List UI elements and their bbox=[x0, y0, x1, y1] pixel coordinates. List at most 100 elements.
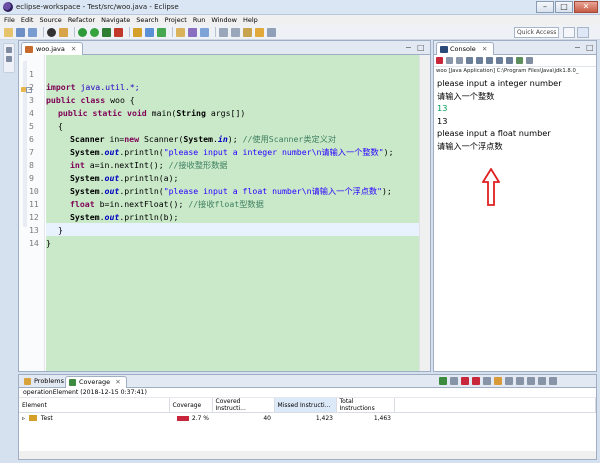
save-all-icon[interactable] bbox=[28, 27, 37, 37]
toolbar-separator bbox=[43, 27, 44, 37]
window-title-bar: eclipse-workspace - Test/src/woo.java - … bbox=[0, 0, 600, 15]
maximize-panel-icon[interactable] bbox=[549, 377, 557, 385]
view-menu-icon[interactable] bbox=[527, 377, 535, 385]
dropdown-icon[interactable] bbox=[450, 377, 458, 385]
merge-sessions-icon[interactable] bbox=[483, 377, 491, 385]
menu-window[interactable]: Window bbox=[211, 16, 237, 24]
clear-console-icon[interactable] bbox=[466, 57, 473, 64]
search-icon[interactable] bbox=[200, 27, 209, 37]
open-console-icon[interactable] bbox=[526, 57, 533, 64]
collapse-all-icon[interactable] bbox=[505, 377, 513, 385]
menu-project[interactable]: Project bbox=[165, 16, 187, 24]
console-process-label: woo [Java Application] C:\Program Files\… bbox=[436, 68, 579, 74]
new-java-project-icon[interactable] bbox=[133, 27, 142, 37]
minimize-console-icon[interactable]: − bbox=[574, 43, 581, 52]
column-header-total[interactable]: Total Instructions bbox=[336, 398, 395, 413]
column-header-element[interactable]: Element bbox=[19, 398, 170, 413]
column-header-covered[interactable]: Covered Instructi... bbox=[212, 398, 275, 413]
java-perspective-button[interactable] bbox=[577, 27, 589, 38]
debug-icon[interactable] bbox=[47, 27, 56, 37]
close-tab-icon[interactable]: ✕ bbox=[71, 45, 76, 53]
annotation-prev-icon[interactable] bbox=[231, 27, 240, 37]
forward-icon[interactable] bbox=[267, 27, 276, 37]
line-number: 14 bbox=[29, 238, 39, 248]
menu-help[interactable]: Help bbox=[243, 16, 258, 24]
editor-vertical-scrollbar[interactable] bbox=[419, 55, 430, 371]
open-perspective-button[interactable] bbox=[563, 27, 575, 38]
quick-access-input[interactable]: Quick Access bbox=[514, 27, 559, 38]
open-task-icon[interactable] bbox=[188, 27, 197, 37]
restore-icon[interactable] bbox=[6, 47, 12, 53]
menu-source[interactable]: Source bbox=[39, 16, 61, 24]
show-on-output-icon[interactable] bbox=[496, 57, 503, 64]
last-edit-icon[interactable] bbox=[243, 27, 252, 37]
code-line: 13 } bbox=[19, 211, 419, 248]
open-type-icon[interactable] bbox=[176, 27, 185, 37]
terminate-icon[interactable] bbox=[436, 57, 443, 64]
remove-all-icon[interactable] bbox=[456, 57, 463, 64]
remove-launch-icon[interactable] bbox=[446, 57, 453, 64]
minimize-panel-icon[interactable] bbox=[538, 377, 546, 385]
package-explorer-icon[interactable] bbox=[6, 56, 12, 62]
remove-all-sessions-icon[interactable] bbox=[472, 377, 480, 385]
console-tab[interactable]: Console ✕ bbox=[436, 42, 495, 55]
expand-toggle-icon[interactable]: ▹ bbox=[22, 415, 25, 422]
skip-breakpoints-icon[interactable] bbox=[59, 27, 68, 37]
arrow-shape bbox=[482, 168, 500, 206]
pin-console-icon[interactable] bbox=[506, 57, 513, 64]
tab-coverage[interactable]: Coverage ✕ bbox=[65, 376, 127, 388]
toolbar-separator bbox=[74, 27, 75, 37]
display-console-icon[interactable] bbox=[516, 57, 523, 64]
maximize-console-icon[interactable]: □ bbox=[586, 43, 594, 52]
minimize-button[interactable]: – bbox=[536, 1, 554, 13]
menu-search[interactable]: Search bbox=[136, 16, 158, 24]
code-area[interactable]: - 1 import java.util.*; 2 public class w… bbox=[19, 55, 430, 371]
coverage-cell: 2.7 % bbox=[169, 413, 212, 424]
link-with-selection-icon[interactable] bbox=[516, 377, 524, 385]
covered-cell: 40 bbox=[263, 414, 271, 422]
coverage-icon[interactable] bbox=[102, 27, 111, 37]
menu-file[interactable]: File bbox=[4, 16, 15, 24]
word-wrap-icon[interactable] bbox=[486, 57, 493, 64]
menu-refactor[interactable]: Refactor bbox=[68, 16, 95, 24]
coverage-toolbar bbox=[439, 377, 560, 385]
run-icon[interactable] bbox=[90, 27, 99, 37]
menu-run[interactable]: Run bbox=[193, 16, 205, 24]
code-line: 10 float b=in.nextFloat(); //接收float型数据 bbox=[19, 172, 419, 209]
editor-tab-woo-java[interactable]: woo.java ✕ bbox=[21, 42, 84, 55]
menu-navigate[interactable]: Navigate bbox=[101, 16, 130, 24]
new-file-icon[interactable] bbox=[4, 27, 13, 37]
console-output[interactable]: please input a integer number 请输入一个整数 13… bbox=[434, 76, 596, 153]
close-tab-icon[interactable]: ✕ bbox=[482, 45, 487, 53]
scroll-lock-icon[interactable] bbox=[476, 57, 483, 64]
column-header-missed[interactable]: Missed Instructi... bbox=[274, 398, 337, 413]
code-line: 2 public class woo { bbox=[19, 68, 419, 105]
external-tools-icon[interactable] bbox=[114, 27, 123, 37]
minimize-editor-icon[interactable]: − bbox=[405, 43, 412, 52]
coverage-horizontal-scrollbar[interactable] bbox=[19, 451, 596, 459]
annotation-next-icon[interactable] bbox=[219, 27, 228, 37]
close-tab-icon[interactable]: ✕ bbox=[115, 378, 120, 386]
table-row[interactable]: ▹ Test 2.7 % 40 1,423 1,463 bbox=[19, 413, 596, 424]
column-header-filler bbox=[394, 398, 596, 413]
close-button[interactable]: ✕ bbox=[574, 1, 598, 13]
tab-problems[interactable]: Problems bbox=[21, 376, 69, 388]
console-tab-strip: Console ✕ − □ bbox=[434, 41, 596, 55]
debug-run-icon[interactable] bbox=[78, 27, 87, 37]
menu-edit[interactable]: Edit bbox=[21, 16, 34, 24]
coverage-panel: Problems Coverage ✕ operationElement (20… bbox=[18, 374, 597, 460]
console-user-input: 13 bbox=[437, 103, 448, 114]
maximize-editor-icon[interactable]: □ bbox=[417, 43, 425, 52]
relaunch-icon[interactable] bbox=[439, 377, 447, 385]
new-package-icon[interactable] bbox=[145, 27, 154, 37]
back-icon[interactable] bbox=[255, 27, 264, 37]
maximize-button[interactable]: □ bbox=[555, 1, 573, 13]
remove-session-icon[interactable] bbox=[461, 377, 469, 385]
new-class-icon[interactable] bbox=[157, 27, 166, 37]
code-line: 1 import java.util.*; bbox=[19, 55, 419, 92]
save-icon[interactable] bbox=[16, 27, 25, 37]
select-session-icon[interactable] bbox=[494, 377, 502, 385]
code-line: 9 System.out.println("please input a flo… bbox=[19, 159, 419, 196]
column-header-coverage[interactable]: Coverage bbox=[169, 398, 213, 413]
tab-label: Problems bbox=[34, 377, 64, 385]
